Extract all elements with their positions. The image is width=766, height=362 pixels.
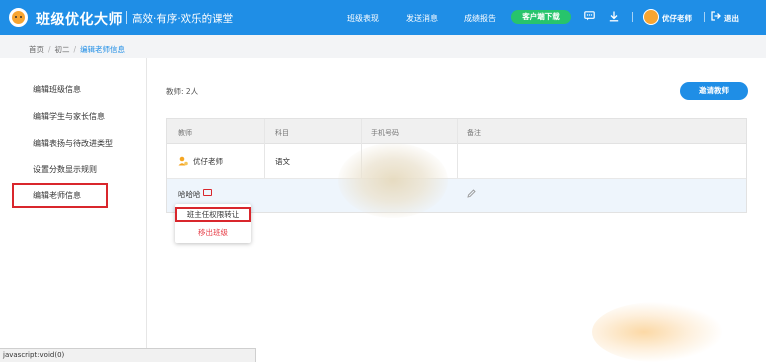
logout-link[interactable]: 退出 <box>724 13 739 24</box>
nav-class-performance[interactable]: 班级表现 <box>347 13 379 24</box>
column-header-note: 备注 <box>467 129 481 137</box>
table-row[interactable]: 优仔老师 语文 <box>167 144 746 179</box>
status-bar: javascript:void(0) <box>0 348 256 362</box>
avatar[interactable] <box>643 9 659 25</box>
client-download-button[interactable]: 客户端下载 <box>511 10 571 24</box>
column-header-subject: 科目 <box>275 129 289 137</box>
invite-teacher-button[interactable]: 邀请教师 <box>680 82 748 100</box>
breadcrumb-current: 编辑老师信息 <box>80 45 126 54</box>
edit-note-icon[interactable] <box>467 189 476 201</box>
teacher-name: 优仔老师 <box>193 157 223 166</box>
nav-score-report[interactable]: 成绩报告 <box>464 13 496 24</box>
sidebar-item-praise-types[interactable]: 编辑表扬与待改进类型 <box>33 138 113 149</box>
breadcrumb-class[interactable]: 初二 <box>55 45 70 54</box>
active-item-highlight <box>12 183 108 208</box>
column-header-phone: 手机号码 <box>371 129 399 137</box>
download-icon[interactable] <box>608 11 620 23</box>
breadcrumb-home[interactable]: 首页 <box>29 45 44 54</box>
head-teacher-icon <box>178 156 188 166</box>
menu-item-remove-from-class[interactable]: 移出班级 <box>175 227 251 238</box>
brand-divider <box>126 11 127 24</box>
teacher-action-menu: 班主任权限转让 移出班级 <box>175 204 251 243</box>
column-header-teacher: 教师 <box>178 129 192 137</box>
teacher-table: 教师 科目 手机号码 备注 优仔老师 语文 哈哈哈 <box>166 118 747 213</box>
menu-item-transfer-head-teacher[interactable]: 班主任权限转让 <box>175 207 251 222</box>
divider <box>704 12 705 22</box>
breadcrumb: 首页 / 初二 / 编辑老师信息 <box>29 45 126 54</box>
sidebar-item-class-info[interactable]: 编辑班级信息 <box>33 84 81 95</box>
user-name[interactable]: 优仔老师 <box>662 13 692 24</box>
decorative-blob <box>592 302 722 362</box>
message-icon[interactable] <box>583 11 595 23</box>
divider <box>632 12 633 22</box>
teacher-count: 教师: 2人 <box>166 87 199 96</box>
logout-icon[interactable] <box>711 11 721 24</box>
app-name[interactable]: 班级优化大师 <box>36 9 123 29</box>
more-options-icon[interactable] <box>203 189 212 196</box>
teacher-name: 哈哈哈 <box>178 190 201 199</box>
nav-send-message[interactable]: 发送消息 <box>406 13 438 24</box>
redacted-blur <box>338 143 448 218</box>
sidebar-item-student-parent-info[interactable]: 编辑学生与家长信息 <box>33 111 105 122</box>
top-bar: 班级优化大师 高效·有序·欢乐的课堂 班级表现 发送消息 成绩报告 客户端下载 … <box>0 0 766 35</box>
slogan: 高效·有序·欢乐的课堂 <box>132 13 234 25</box>
logo-icon[interactable] <box>9 8 28 27</box>
table-row[interactable]: 哈哈哈 <box>167 179 746 212</box>
sidebar-item-score-rules[interactable]: 设置分数显示规则 <box>33 164 97 175</box>
teacher-subject: 语文 <box>275 157 290 166</box>
